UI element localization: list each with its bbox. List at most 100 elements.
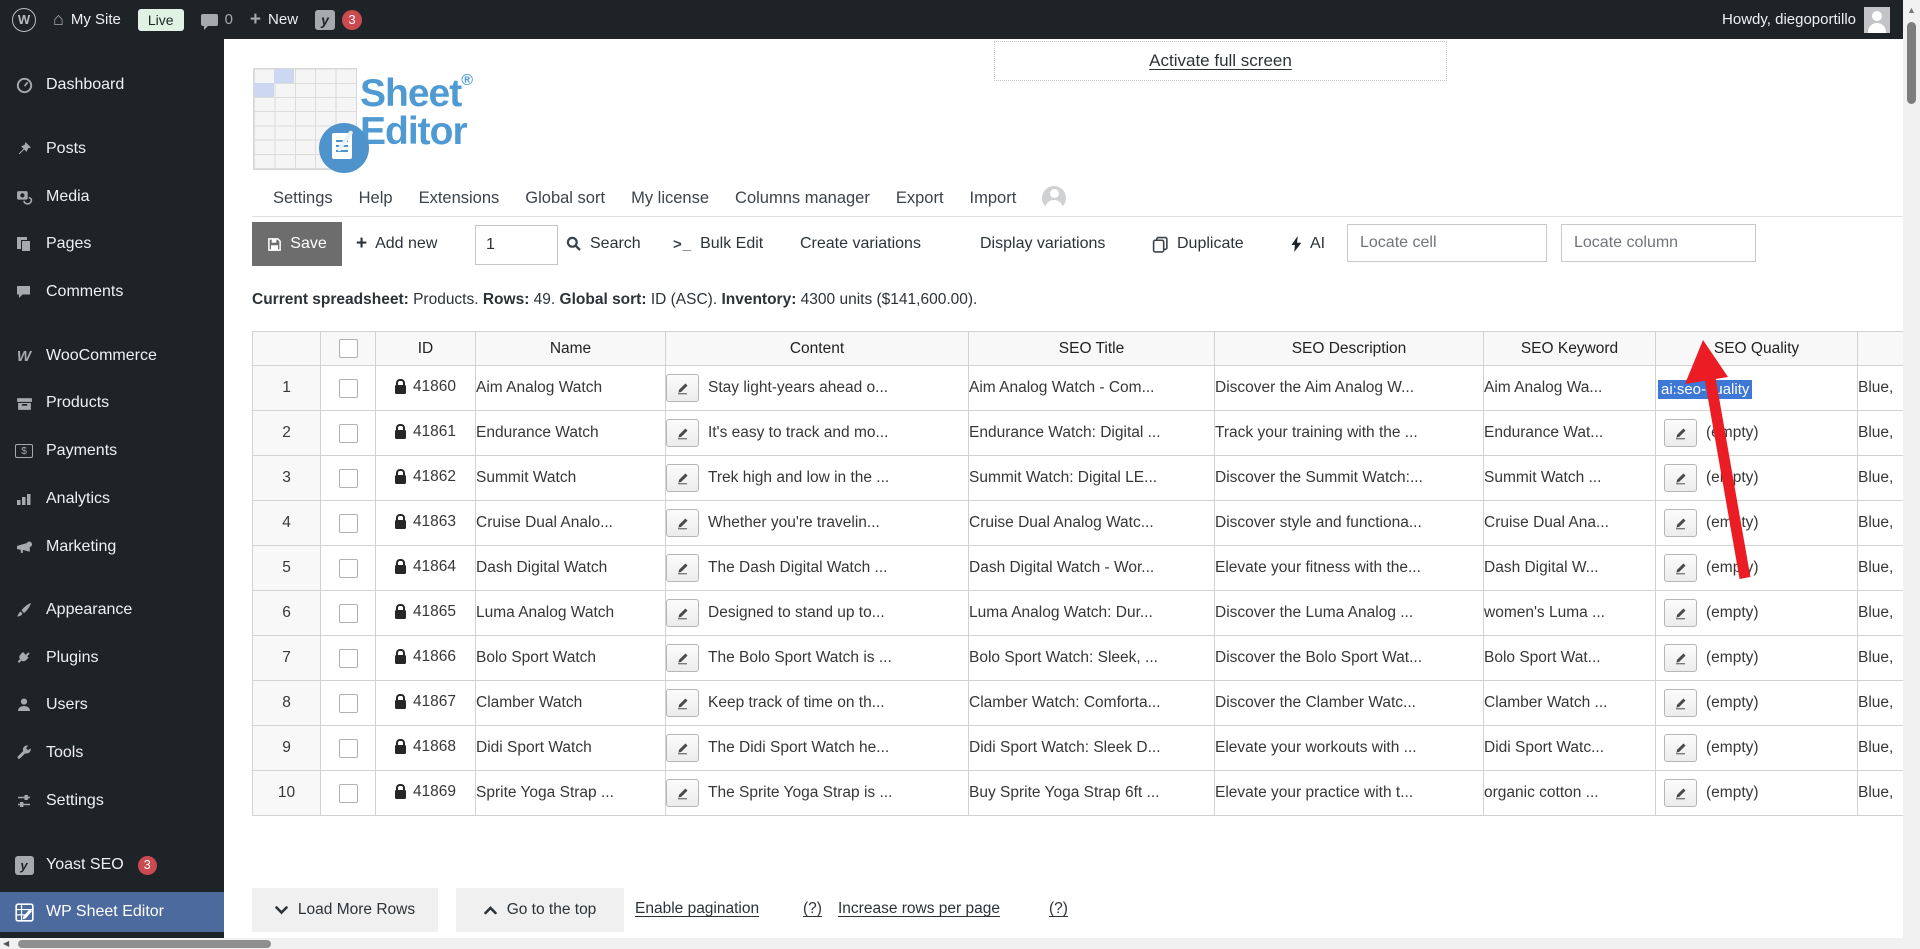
row-number[interactable]: 8: [252, 680, 321, 726]
seo-quality-cell[interactable]: (empty) (empty): [1655, 770, 1858, 816]
locate-cell-input[interactable]: [1347, 224, 1547, 262]
name-cell[interactable]: Sprite Yoga Strap ...: [475, 770, 666, 816]
id-cell[interactable]: 41866: [375, 635, 476, 681]
id-cell[interactable]: 41860: [375, 365, 476, 411]
yoast-admin-menu[interactable]: y 3: [315, 9, 363, 30]
save-button[interactable]: Save: [252, 222, 342, 266]
locate-column-input[interactable]: [1561, 224, 1756, 262]
name-cell[interactable]: Aim Analog Watch: [475, 365, 666, 411]
edit-content-button[interactable]: [666, 779, 699, 807]
duplicate-button[interactable]: Duplicate: [1152, 222, 1244, 266]
bulk-edit-button[interactable]: >_ Bulk Edit: [673, 222, 763, 266]
add-new-button[interactable]: + Add new: [356, 222, 437, 266]
row-checkbox[interactable]: [338, 423, 358, 443]
sidebar-item-settings[interactable]: Settings: [0, 781, 224, 821]
add-rows-count-input[interactable]: [475, 225, 558, 265]
edit-content-button[interactable]: [666, 734, 699, 762]
seo-keyword-cell[interactable]: Endurance Wat...: [1483, 410, 1656, 456]
cell-editor[interactable]: ai:seo-quality: [1656, 377, 1857, 399]
content-cell[interactable]: Whether you're travelin...: [665, 500, 969, 546]
seo-title-cell[interactable]: Cruise Dual Analog Watc...: [968, 500, 1215, 546]
content-cell[interactable]: The Didi Sport Watch he...: [665, 725, 969, 771]
content-cell[interactable]: It's easy to track and mo...: [665, 410, 969, 456]
seo-title-cell[interactable]: Dash Digital Watch - Wor...: [968, 545, 1215, 591]
edit-seo-quality-button[interactable]: [1664, 644, 1697, 672]
seo-keyword-cell[interactable]: Dash Digital W...: [1483, 545, 1656, 591]
seo-description-cell[interactable]: Discover the Luma Analog ...: [1214, 590, 1484, 636]
row-number[interactable]: 9: [252, 725, 321, 771]
seo-keyword-cell[interactable]: Didi Sport Watc...: [1483, 725, 1656, 771]
name-cell[interactable]: Bolo Sport Watch: [475, 635, 666, 681]
sidebar-item-woocommerce[interactable]: W WooCommerce: [0, 336, 224, 376]
seo-description-cell[interactable]: Discover the Bolo Sport Wat...: [1214, 635, 1484, 681]
content-cell[interactable]: Designed to stand up to...: [665, 590, 969, 636]
sidebar-item-comments[interactable]: Comments: [0, 272, 224, 312]
seo-title-cell[interactable]: Aim Analog Watch - Com...: [968, 365, 1215, 411]
sidebar-item-plugins[interactable]: Plugins: [0, 638, 224, 678]
new-menu[interactable]: + New: [250, 9, 298, 31]
seo-title-cell[interactable]: Luma Analog Watch: Dur...: [968, 590, 1215, 636]
nav-my-license[interactable]: My license: [631, 189, 709, 208]
seo-title-cell[interactable]: Buy Sprite Yoga Strap 6ft ...: [968, 770, 1215, 816]
sidebar-item-marketing[interactable]: Marketing: [0, 527, 224, 567]
edit-seo-quality-button[interactable]: [1664, 734, 1697, 762]
seo-description-cell[interactable]: Track your training with the ...: [1214, 410, 1484, 456]
scroll-left-icon[interactable]: ◀: [3, 938, 9, 949]
col-header-name[interactable]: Name: [475, 331, 666, 366]
activate-full-screen-link[interactable]: Activate full screen: [1149, 51, 1292, 71]
edit-content-button[interactable]: [666, 464, 699, 492]
nav-help[interactable]: Help: [359, 189, 393, 208]
horizontal-scrollbar[interactable]: ◀: [0, 938, 1920, 949]
id-cell[interactable]: 41861: [375, 410, 476, 456]
name-cell[interactable]: Didi Sport Watch: [475, 725, 666, 771]
row-checkbox[interactable]: [338, 558, 358, 578]
seo-quality-cell[interactable]: (empty) (empty): [1655, 590, 1858, 636]
nav-import[interactable]: Import: [970, 189, 1017, 208]
edit-seo-quality-button[interactable]: [1664, 419, 1697, 447]
seo-title-cell[interactable]: Didi Sport Watch: Sleek D...: [968, 725, 1215, 771]
seo-title-cell[interactable]: Summit Watch: Digital LE...: [968, 455, 1215, 501]
col-header-seo-title[interactable]: SEO Title: [968, 331, 1215, 366]
col-header-seo-quality[interactable]: SEO Quality: [1655, 331, 1858, 366]
seo-keyword-cell[interactable]: Clamber Watch ...: [1483, 680, 1656, 726]
row-number[interactable]: 1: [252, 365, 321, 411]
seo-quality-cell[interactable]: (empty) (empty): [1655, 500, 1858, 546]
edit-seo-quality-button[interactable]: [1664, 689, 1697, 717]
row-number[interactable]: 2: [252, 410, 321, 456]
seo-quality-cell[interactable]: (empty) (empty): [1655, 635, 1858, 681]
nav-settings[interactable]: Settings: [273, 189, 333, 208]
row-number[interactable]: 7: [252, 635, 321, 681]
name-cell[interactable]: Clamber Watch: [475, 680, 666, 726]
seo-description-cell[interactable]: Discover style and functiona...: [1214, 500, 1484, 546]
sidebar-item-yoast-seo[interactable]: y Yoast SEO 3: [0, 845, 224, 885]
content-cell[interactable]: Trek high and low in the ...: [665, 455, 969, 501]
name-cell[interactable]: Dash Digital Watch: [475, 545, 666, 591]
nav-export[interactable]: Export: [896, 189, 944, 208]
id-cell[interactable]: 41867: [375, 680, 476, 726]
row-checkbox[interactable]: [338, 783, 358, 803]
seo-quality-cell[interactable]: (empty) (empty): [1655, 545, 1858, 591]
seo-keyword-cell[interactable]: Aim Analog Wa...: [1483, 365, 1656, 411]
name-cell[interactable]: Luma Analog Watch: [475, 590, 666, 636]
seo-title-cell[interactable]: Endurance Watch: Digital ...: [968, 410, 1215, 456]
col-header-content[interactable]: Content: [665, 331, 969, 366]
enable-pagination-link[interactable]: Enable pagination: [635, 900, 759, 918]
seo-description-cell[interactable]: Elevate your practice with t...: [1214, 770, 1484, 816]
id-cell[interactable]: 41862: [375, 455, 476, 501]
name-cell[interactable]: Endurance Watch: [475, 410, 666, 456]
vertical-scrollbar[interactable]: ▲: [1903, 0, 1920, 938]
content-cell[interactable]: Keep track of time on th...: [665, 680, 969, 726]
content-cell[interactable]: The Dash Digital Watch ...: [665, 545, 969, 591]
row-checkbox[interactable]: [338, 648, 358, 668]
sidebar-item-users[interactable]: Users: [0, 685, 224, 725]
id-cell[interactable]: 41869: [375, 770, 476, 816]
edit-seo-quality-button[interactable]: [1664, 464, 1697, 492]
edit-seo-quality-button[interactable]: [1664, 509, 1697, 537]
row-checkbox[interactable]: [338, 693, 358, 713]
edit-content-button[interactable]: [666, 419, 699, 447]
nav-extensions[interactable]: Extensions: [419, 189, 500, 208]
seo-keyword-cell[interactable]: Bolo Sport Wat...: [1483, 635, 1656, 681]
scroll-up-icon[interactable]: ▲: [1907, 5, 1916, 15]
seo-keyword-cell[interactable]: Summit Watch ...: [1483, 455, 1656, 501]
select-all-checkbox[interactable]: [338, 339, 358, 358]
